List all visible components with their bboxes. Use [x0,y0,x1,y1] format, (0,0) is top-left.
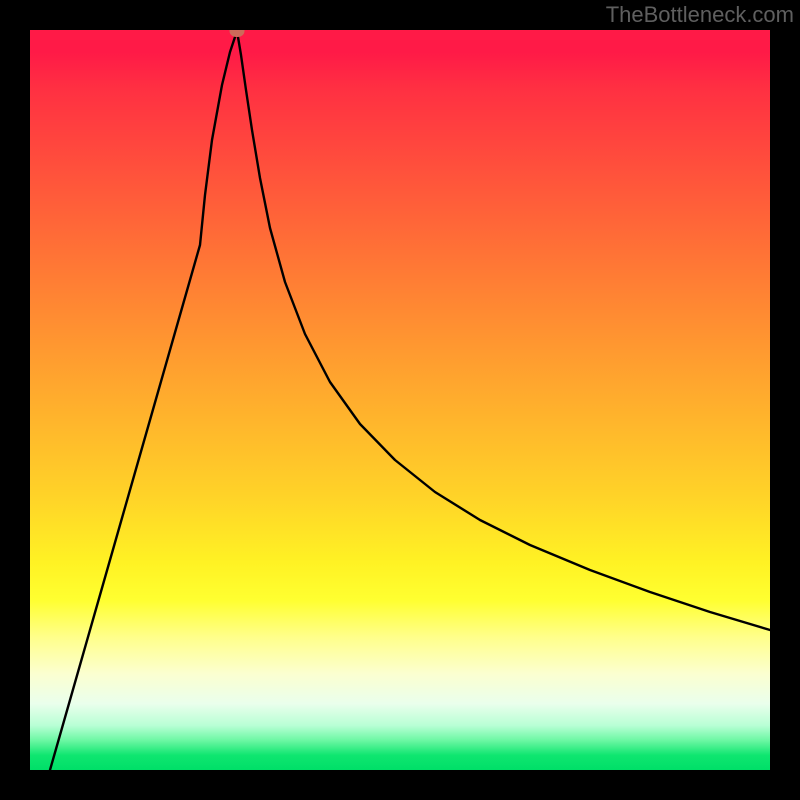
watermark-text: TheBottleneck.com [606,2,794,28]
curve-left-branch [50,31,237,770]
plot-area [30,30,770,770]
chart-frame: TheBottleneck.com [0,0,800,800]
curve-right-branch [237,31,770,630]
bottleneck-curve [30,30,770,770]
